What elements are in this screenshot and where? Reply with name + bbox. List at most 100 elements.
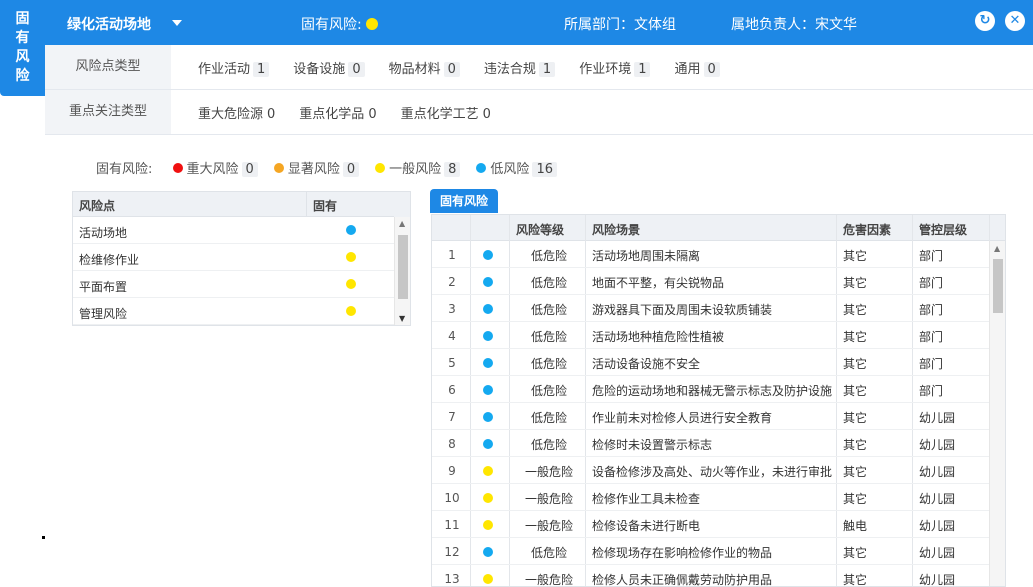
scroll-up-icon[interactable]: ▲ xyxy=(994,244,1000,253)
table-row[interactable]: 3 低危险 游戏器具下面及周围未设软质铺装 其它 部门 xyxy=(432,295,990,322)
scroll-up-icon[interactable]: ▲ xyxy=(399,219,405,228)
table-row[interactable]: 2 低危险 地面不平整，有尖锐物品 其它 部门 xyxy=(432,268,990,295)
table-row[interactable]: 9 一般危险 设备检修涉及高处、动火等作业，未进行审批 其它 幼儿园 xyxy=(432,457,990,484)
row-index: 3 xyxy=(448,302,456,316)
filter-item[interactable]: 设备设施 0 xyxy=(293,58,365,77)
table-row[interactable]: 8 低危险 检修时未设置警示标志 其它 幼儿园 xyxy=(432,430,990,457)
filter-item[interactable]: 重大危险源 0 xyxy=(198,103,275,122)
legend-item[interactable]: 显著风险 0 xyxy=(273,158,360,177)
risk-level-dot xyxy=(483,493,493,503)
table-row[interactable]: 6 低危险 危险的运动场地和器械无警示标志及防护设施 其它 部门 xyxy=(432,376,990,403)
side-tab-char: 险 xyxy=(15,68,30,84)
table-row[interactable]: 管理风险 xyxy=(73,298,395,325)
right-table-scrollbar[interactable]: ▲ xyxy=(989,241,1005,586)
filter-item[interactable]: 重点化学工艺 0 xyxy=(401,103,491,122)
location-title[interactable]: 绿化活动场地 xyxy=(67,14,151,34)
col-risk-level: 风险等级 xyxy=(516,223,565,237)
control-level: 幼儿园 xyxy=(919,546,956,560)
table-row[interactable]: 13 一般危险 检修人员未正确佩戴劳动防护用品 其它 幼儿园 xyxy=(432,565,990,587)
filter-item-count: 0 xyxy=(368,107,377,122)
risk-level-dot xyxy=(346,252,356,262)
row-index: 5 xyxy=(448,356,456,370)
control-level: 幼儿园 xyxy=(919,465,956,479)
filter-item[interactable]: 作业环境 1 xyxy=(579,58,651,77)
side-tab-inherent-risk[interactable]: 固 有 风 险 xyxy=(0,0,45,96)
filter-item[interactable]: 通用 0 xyxy=(674,58,720,77)
risk-scene: 检修作业工具未检查 xyxy=(592,492,701,506)
legend-item-count: 0 xyxy=(342,162,360,177)
filter-item-label: 重大危险源 xyxy=(198,107,264,122)
filter-item-count: 1 xyxy=(253,62,270,77)
risk-level-dot xyxy=(483,439,493,449)
filter-item[interactable]: 违法合规 1 xyxy=(484,58,556,77)
legend-item-label: 显著风险 xyxy=(287,162,340,177)
table-row[interactable]: 4 低危险 活动场地种植危险性植被 其它 部门 xyxy=(432,322,990,349)
header-bar: 绿化活动场地 固有风险: 所属部门：文体组 属地负责人：宋文华 ↻ ✕ xyxy=(45,0,1033,45)
scroll-down-icon[interactable]: ▼ xyxy=(399,314,405,323)
filter-item-label: 设备设施 xyxy=(293,62,346,77)
scrollbar-thumb[interactable] xyxy=(993,259,1003,313)
close-icon[interactable]: ✕ xyxy=(1005,11,1025,31)
table-row[interactable]: 5 低危险 活动设备设施不安全 其它 部门 xyxy=(432,349,990,376)
risk-level-dot xyxy=(346,306,356,316)
table-row[interactable]: 11 一般危险 检修设备未进行断电 触电 幼儿园 xyxy=(432,511,990,538)
table-row[interactable]: 7 低危险 作业前未对检修人员进行安全教育 其它 幼儿园 xyxy=(432,403,990,430)
left-table-scrollbar[interactable]: ▲ ▼ xyxy=(394,217,410,325)
risk-level: 低危险 xyxy=(530,384,567,398)
control-level: 部门 xyxy=(919,357,944,371)
filter-item-count: 0 xyxy=(482,107,491,122)
row-index: 12 xyxy=(444,545,460,559)
risk-level-dot xyxy=(483,412,493,422)
table-row[interactable]: 平面布置 xyxy=(73,271,395,298)
filter-item[interactable]: 重点化学品 0 xyxy=(299,103,376,122)
legend-dot xyxy=(476,163,487,173)
refresh-icon[interactable]: ↻ xyxy=(975,11,995,31)
risk-level-dot xyxy=(483,466,493,476)
tab-inherent-risk[interactable]: 固有风险 xyxy=(430,189,499,213)
filter-item[interactable]: 作业活动 1 xyxy=(198,58,270,77)
hazard-factor: 触电 xyxy=(843,519,868,533)
chevron-down-icon[interactable] xyxy=(172,20,182,26)
hazard-factor: 其它 xyxy=(843,303,868,317)
risk-level-dot xyxy=(483,358,493,368)
legend-item[interactable]: 低风险 16 xyxy=(476,158,557,177)
risk-scene: 检修人员未正确佩戴劳动防护用品 xyxy=(592,573,773,587)
risk-scene-table-header: 风险等级 风险场景 危害因素 管控层级 xyxy=(432,215,1005,241)
table-row[interactable]: 1 低危险 活动场地周围未隔离 其它 部门 xyxy=(432,241,990,268)
scrollbar-thumb[interactable] xyxy=(398,235,408,299)
risk-level: 低危险 xyxy=(530,546,567,560)
row-index: 9 xyxy=(448,464,456,478)
table-row[interactable]: 活动场地 xyxy=(73,217,395,244)
legend-item-count: 0 xyxy=(241,162,258,177)
control-level: 幼儿园 xyxy=(919,519,956,533)
col-hazard: 危害因素 xyxy=(843,223,892,237)
row-index: 2 xyxy=(448,275,456,289)
risk-scene-table: 风险等级 风险场景 危害因素 管控层级 1 低危险 活动场地周围未隔离 其它 部门 2 低危… xyxy=(431,214,1006,587)
hazard-factor: 其它 xyxy=(843,276,868,290)
legend-item-label: 一般风险 xyxy=(389,162,442,177)
filter-item-label: 重点化学工艺 xyxy=(400,107,479,122)
filter-item[interactable]: 物品材料 0 xyxy=(389,58,460,77)
table-row[interactable]: 12 低危险 检修现场存在影响检修作业的物品 其它 幼儿园 xyxy=(432,538,990,565)
filter-item-label: 重点化学品 xyxy=(299,107,365,122)
risk-level-dot xyxy=(483,520,493,530)
risk-level: 一般危险 xyxy=(524,573,573,587)
filter-risk-type-row: 风险点类型 作业活动 1 设备设施 0 物品材料 0 违法合规 1 作业环境 1 通用 0 xyxy=(45,45,1033,90)
legend-item[interactable]: 一般风险 8 xyxy=(375,158,461,177)
side-tab-char: 风 xyxy=(15,49,30,65)
table-row[interactable]: 10 一般危险 检修作业工具未检查 其它 幼儿园 xyxy=(432,484,990,511)
control-level: 幼儿园 xyxy=(919,573,956,587)
row-index: 8 xyxy=(448,437,456,451)
col-risk-point: 风险点 xyxy=(79,199,116,213)
risk-scene: 检修时未设置警示标志 xyxy=(592,438,713,452)
legend-label: 固有风险: xyxy=(96,162,153,177)
legend-dot xyxy=(273,163,284,173)
hazard-factor: 其它 xyxy=(843,573,868,587)
control-level: 部门 xyxy=(919,303,944,317)
risk-level: 低危险 xyxy=(530,357,567,371)
control-level: 幼儿园 xyxy=(919,411,956,425)
risk-level-dot xyxy=(483,250,493,260)
table-row[interactable]: 检维修作业 xyxy=(73,244,395,271)
legend-item[interactable]: 重大风险 0 xyxy=(172,158,258,177)
risk-level-dot xyxy=(346,279,356,289)
